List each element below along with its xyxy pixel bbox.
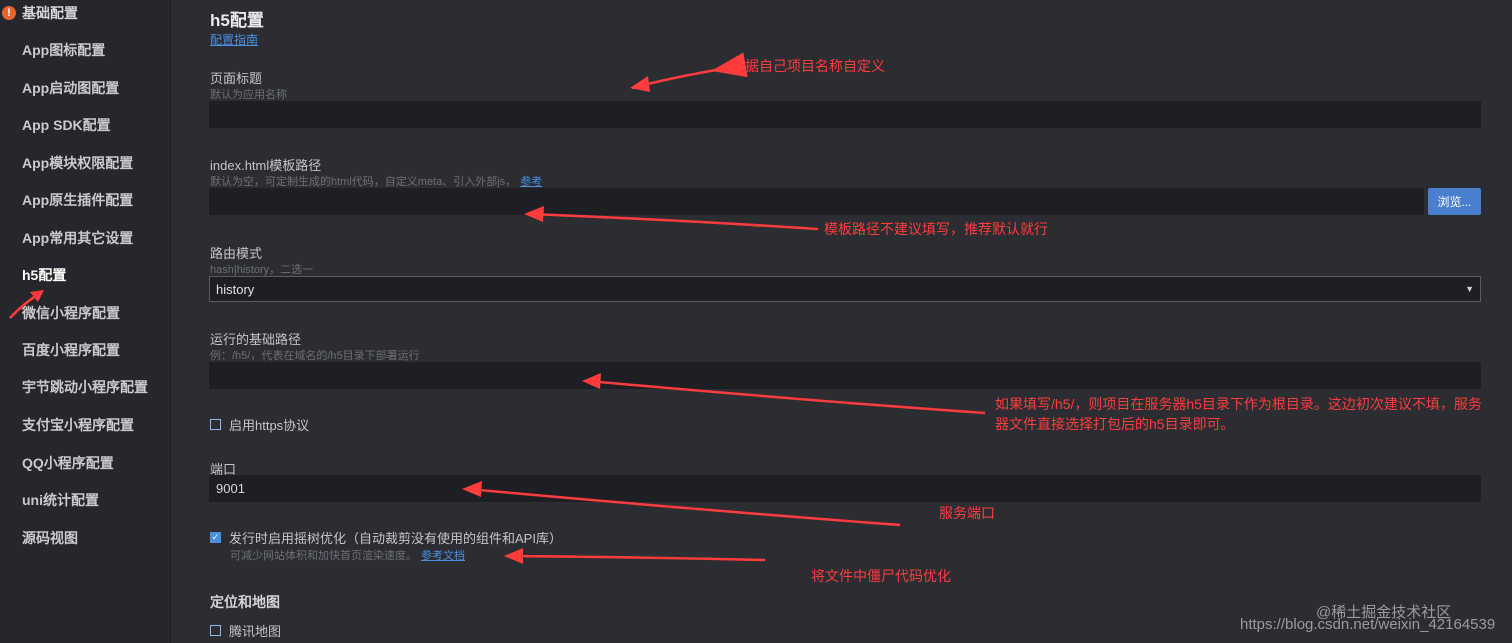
page-title-label: 页面标题: [210, 71, 263, 86]
template-path-hint-text: 默认为空，可定制生成的html代码，自定义meta、引入外部js，: [210, 176, 517, 188]
annotation-base-path: 如果填写/h5/，则项目在服务器h5目录下作为根目录。这边初次建议不填，服务器文…: [995, 396, 1482, 432]
treeshake-hint: 可减少网站体积和加快首页渲染速度。 参考文档: [230, 547, 465, 563]
port-input[interactable]: 9001: [209, 475, 1481, 502]
base-path-input[interactable]: [209, 362, 1481, 389]
tencent-map-checkbox[interactable]: [210, 625, 221, 636]
treeshake-checkbox-label: 发行时启用摇树优化（自动裁剪没有使用的组件和API库）: [229, 531, 562, 546]
map-section-title: 定位和地图: [210, 594, 280, 610]
base-path-hint: 例：/h5/，代表在域名的/h5目录下部署运行: [210, 350, 420, 362]
annotation-page-title: 根据自己项目名称自定义: [731, 58, 885, 74]
sidebar-item-alipay[interactable]: 支付宝小程序配置: [22, 415, 134, 435]
treeshake-hint-text: 可减少网站体积和加快首页渲染速度。: [230, 550, 417, 562]
treeshake-option[interactable]: ✓ 发行时启用摇树优化（自动裁剪没有使用的组件和API库）: [210, 528, 562, 547]
sidebar-item-app-plugins[interactable]: App原生插件配置: [22, 190, 133, 210]
sidebar-item-app-splash[interactable]: App启动图配置: [22, 78, 119, 98]
warning-icon: !: [2, 6, 16, 20]
config-guide-link[interactable]: 配置指南: [210, 31, 258, 48]
page-title-input[interactable]: [209, 101, 1481, 128]
h5-config-panel: h5配置 配置指南 页面标题 默认为应用名称 index.html模板路径 默认…: [171, 0, 1512, 643]
template-path-label: index.html模板路径: [210, 158, 322, 173]
template-path-input[interactable]: [209, 188, 1424, 215]
treeshake-reference-link[interactable]: 参考文档: [421, 550, 465, 562]
chevron-down-icon: ▼: [1465, 284, 1474, 294]
settings-sidebar: ! 基础配置 App图标配置 App启动图配置 App SDK配置 App模块权…: [0, 0, 171, 643]
template-path-hint: 默认为空，可定制生成的html代码，自定义meta、引入外部js， 参考: [210, 173, 542, 189]
sidebar-item-baidu[interactable]: 百度小程序配置: [22, 340, 120, 360]
template-reference-link[interactable]: 参考: [520, 176, 542, 188]
sidebar-item-app-icon[interactable]: App图标配置: [22, 40, 105, 60]
tencent-map-option[interactable]: 腾讯地图: [210, 621, 281, 640]
router-mode-hint: hash|history，二选一: [210, 264, 314, 276]
tencent-map-label: 腾讯地图: [229, 624, 282, 639]
annotation-treeshake: 将文件中僵尸代码优化: [811, 568, 951, 584]
https-checkbox[interactable]: [210, 419, 221, 430]
annotation-template-path: 模板路径不建议填写，推荐默认就行: [824, 221, 1048, 237]
treeshake-checkbox[interactable]: ✓: [210, 532, 221, 543]
base-path-label: 运行的基础路径: [210, 332, 302, 347]
sidebar-item-uni-stat[interactable]: uni统计配置: [22, 490, 99, 510]
sidebar-item-qq[interactable]: QQ小程序配置: [22, 453, 114, 473]
annotation-port: 服务端口: [939, 505, 995, 521]
router-mode-select[interactable]: history ▼: [209, 276, 1481, 302]
https-option[interactable]: 启用https协议: [210, 415, 309, 434]
browse-button[interactable]: 浏览...: [1428, 188, 1481, 215]
sidebar-item-app-sdk[interactable]: App SDK配置: [22, 115, 111, 135]
router-mode-label: 路由模式: [210, 246, 263, 261]
sidebar-item-app-other[interactable]: App常用其它设置: [22, 228, 133, 248]
sidebar-item-weixin[interactable]: 微信小程序配置: [22, 303, 120, 323]
page-title-hint: 默认为应用名称: [210, 89, 287, 101]
sidebar-item-app-modules[interactable]: App模块权限配置: [22, 153, 133, 173]
https-checkbox-label: 启用https协议: [229, 418, 310, 433]
page-title: h5配置: [210, 11, 264, 30]
sidebar-header-label: 基础配置: [22, 5, 78, 21]
sidebar-item-source-view[interactable]: 源码视图: [22, 528, 78, 548]
sidebar-item-h5[interactable]: h5配置: [22, 265, 66, 285]
router-mode-value: history: [216, 281, 255, 297]
watermark-csdn: https://blog.csdn.net/weixin_42164539: [1240, 616, 1496, 633]
sidebar-header[interactable]: ! 基础配置: [0, 2, 78, 24]
sidebar-item-toutiao[interactable]: 宇节跳动小程序配置: [22, 377, 148, 397]
